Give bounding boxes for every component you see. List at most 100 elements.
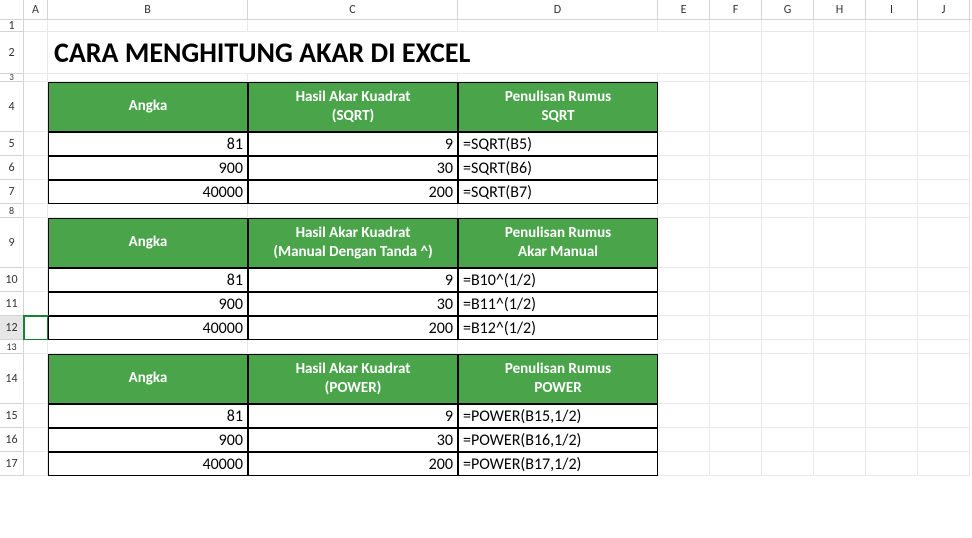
cell-G8[interactable] — [762, 204, 814, 218]
cell-F13[interactable] — [710, 340, 762, 354]
col-header-J[interactable]: J — [918, 0, 970, 19]
row-header-4[interactable]: 4 — [0, 82, 24, 132]
cell-I15[interactable] — [866, 404, 918, 428]
cell-D15[interactable]: =POWER(B15,1/2) — [458, 404, 658, 428]
cell-G9[interactable] — [762, 218, 814, 268]
cell-F15[interactable] — [710, 404, 762, 428]
cell-F1[interactable] — [710, 20, 762, 32]
cell-C1[interactable] — [248, 20, 458, 32]
row-header-17[interactable]: 17 — [0, 452, 24, 476]
row-header-9[interactable]: 9 — [0, 218, 24, 268]
cell-I12[interactable] — [866, 316, 918, 340]
cell-J15[interactable] — [918, 404, 970, 428]
col-header-C[interactable]: C — [248, 0, 458, 19]
cell-E12[interactable] — [658, 316, 710, 340]
cell-J7[interactable] — [918, 180, 970, 204]
cell-J4[interactable] — [918, 82, 970, 132]
cell-F14[interactable] — [710, 354, 762, 404]
cell-D13[interactable] — [458, 340, 658, 354]
cell-C5[interactable]: 9 — [248, 132, 458, 156]
cell-I14[interactable] — [866, 354, 918, 404]
cell-H5[interactable] — [814, 132, 866, 156]
cell-C16[interactable]: 30 — [248, 428, 458, 452]
cell-F16[interactable] — [710, 428, 762, 452]
cell-I4[interactable] — [866, 82, 918, 132]
cell-A4[interactable] — [24, 82, 48, 132]
cell-J8[interactable] — [918, 204, 970, 218]
row-header-11[interactable]: 11 — [0, 292, 24, 316]
row-header-3[interactable]: 3 — [0, 74, 24, 82]
cell-A8[interactable] — [24, 204, 48, 218]
row-header-13[interactable]: 13 — [0, 340, 24, 354]
cell-G14[interactable] — [762, 354, 814, 404]
col-header-H[interactable]: H — [814, 0, 866, 19]
cell-D7[interactable]: =SQRT(B7) — [458, 180, 658, 204]
cell-I6[interactable] — [866, 156, 918, 180]
row-header-1[interactable]: 1 — [0, 20, 24, 32]
cell-H1[interactable] — [814, 20, 866, 32]
cell-B15[interactable]: 81 — [48, 404, 248, 428]
cell-F12[interactable] — [710, 316, 762, 340]
cell-G12[interactable] — [762, 316, 814, 340]
cell-A17[interactable] — [24, 452, 48, 476]
cell-F11[interactable] — [710, 292, 762, 316]
cell-J12[interactable] — [918, 316, 970, 340]
cell-H17[interactable] — [814, 452, 866, 476]
cell-I16[interactable] — [866, 428, 918, 452]
cell-H16[interactable] — [814, 428, 866, 452]
cell-B7[interactable]: 40000 — [48, 180, 248, 204]
cell-E17[interactable] — [658, 452, 710, 476]
row-header-14[interactable]: 14 — [0, 354, 24, 404]
cell-B12[interactable]: 40000 — [48, 316, 248, 340]
cell-J16[interactable] — [918, 428, 970, 452]
table2-header-hasil[interactable]: Hasil Akar Kuadrat(Manual Dengan Tanda ^… — [248, 218, 458, 268]
cell-C7[interactable]: 200 — [248, 180, 458, 204]
cell-H8[interactable] — [814, 204, 866, 218]
cell-F9[interactable] — [710, 218, 762, 268]
cell-H7[interactable] — [814, 180, 866, 204]
cell-E4[interactable] — [658, 82, 710, 132]
cell-A16[interactable] — [24, 428, 48, 452]
cell-J17[interactable] — [918, 452, 970, 476]
cell-J11[interactable] — [918, 292, 970, 316]
cell-H14[interactable] — [814, 354, 866, 404]
cell-A2[interactable] — [24, 32, 48, 74]
cell-I13[interactable] — [866, 340, 918, 354]
cell-E6[interactable] — [658, 156, 710, 180]
cell-E8[interactable] — [658, 204, 710, 218]
cell-B13[interactable] — [48, 340, 248, 354]
cell-G5[interactable] — [762, 132, 814, 156]
row-header-7[interactable]: 7 — [0, 180, 24, 204]
cell-C12[interactable]: 200 — [248, 316, 458, 340]
cell-A15[interactable] — [24, 404, 48, 428]
cell-H12[interactable] — [814, 316, 866, 340]
cell-A6[interactable] — [24, 156, 48, 180]
cell-D10[interactable]: =B10^(1/2) — [458, 268, 658, 292]
cell-A5[interactable] — [24, 132, 48, 156]
table2-header-angka[interactable]: Angka — [48, 218, 248, 268]
cell-E1[interactable] — [658, 20, 710, 32]
cell-C17[interactable]: 200 — [248, 452, 458, 476]
cell-C3[interactable] — [248, 74, 458, 82]
cell-B17[interactable]: 40000 — [48, 452, 248, 476]
cell-F6[interactable] — [710, 156, 762, 180]
col-header-A[interactable]: A — [24, 0, 48, 19]
cell-G13[interactable] — [762, 340, 814, 354]
cell-B16[interactable]: 900 — [48, 428, 248, 452]
cell-H9[interactable] — [814, 218, 866, 268]
table3-header-hasil[interactable]: Hasil Akar Kuadrat(POWER) — [248, 354, 458, 404]
row-header-16[interactable]: 16 — [0, 428, 24, 452]
cell-C11[interactable]: 30 — [248, 292, 458, 316]
cell-E16[interactable] — [658, 428, 710, 452]
row-header-15[interactable]: 15 — [0, 404, 24, 428]
row-header-8[interactable]: 8 — [0, 204, 24, 218]
cell-H11[interactable] — [814, 292, 866, 316]
cell-H2[interactable] — [814, 32, 866, 74]
col-header-D[interactable]: D — [458, 0, 658, 19]
cell-J5[interactable] — [918, 132, 970, 156]
cell-D6[interactable]: =SQRT(B6) — [458, 156, 658, 180]
cell-E3[interactable] — [658, 74, 710, 82]
cell-A12-selected[interactable] — [24, 316, 48, 340]
table1-header-angka[interactable]: Angka — [48, 82, 248, 132]
cell-B5[interactable]: 81 — [48, 132, 248, 156]
